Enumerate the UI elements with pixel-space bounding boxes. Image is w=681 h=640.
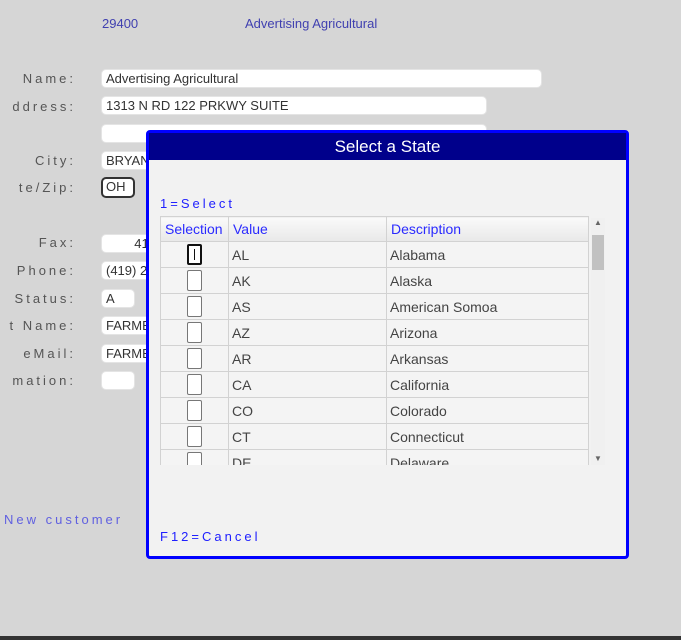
label-status: Status: xyxy=(14,291,76,306)
bottom-bar xyxy=(0,636,681,640)
customer-name-header: Advertising Agricultural xyxy=(245,16,378,31)
selection-cell xyxy=(160,397,229,424)
selection-input[interactable] xyxy=(187,296,202,317)
table-row: CT Connecticut xyxy=(160,423,589,450)
description-cell: Alaska xyxy=(386,267,589,294)
label-fax: Fax: xyxy=(38,235,76,250)
table-row: AK Alaska xyxy=(160,267,589,294)
table-row: CA California xyxy=(160,371,589,398)
value-cell: CO xyxy=(228,397,387,424)
column-header-value[interactable]: Value xyxy=(228,216,387,242)
selection-input[interactable] xyxy=(187,374,202,395)
column-header-selection[interactable]: Selection xyxy=(160,216,229,242)
value-cell: AZ xyxy=(228,319,387,346)
description-cell: California xyxy=(386,371,589,398)
table-row: AS American Somoa xyxy=(160,293,589,320)
table-row: AL Alabama xyxy=(160,241,589,268)
description-cell: Delaware xyxy=(386,449,589,465)
state-grid: Selection Value Description AL Alabama A… xyxy=(160,216,589,465)
selection-cell xyxy=(160,241,229,268)
selection-input[interactable] xyxy=(187,348,202,369)
information-input[interactable] xyxy=(101,371,135,390)
table-row: AZ Arizona xyxy=(160,319,589,346)
selection-input[interactable] xyxy=(187,452,202,465)
status-input[interactable]: A xyxy=(101,289,135,308)
mode-text: New customer xyxy=(4,512,124,527)
selection-cell xyxy=(160,449,229,465)
value-cell: AL xyxy=(228,241,387,268)
cancel-link[interactable]: F12=Cancel xyxy=(160,529,260,544)
name-input[interactable]: Advertising Agricultural xyxy=(101,69,542,88)
customer-number: 29400 xyxy=(102,16,139,31)
description-cell: Colorado xyxy=(386,397,589,424)
selection-input[interactable] xyxy=(187,400,202,421)
label-information: mation: xyxy=(12,373,76,388)
label-state-zip: te/Zip: xyxy=(18,180,76,195)
selection-input[interactable] xyxy=(187,244,202,265)
table-row: DE Delaware xyxy=(160,449,589,465)
table-row: CO Colorado xyxy=(160,397,589,424)
description-cell: Arkansas xyxy=(386,345,589,372)
address1-input[interactable]: 1313 N RD 122 PRKWY SUITE xyxy=(101,96,487,115)
state-input[interactable]: OH xyxy=(101,177,135,198)
selection-cell xyxy=(160,345,229,372)
value-cell: AK xyxy=(228,267,387,294)
scroll-up-arrow-icon[interactable]: ▲ xyxy=(594,218,602,227)
label-address: ddress: xyxy=(12,99,76,114)
value-cell: CT xyxy=(228,423,387,450)
label-contact-name: t Name: xyxy=(9,318,76,333)
selection-cell xyxy=(160,423,229,450)
label-email: eMail: xyxy=(23,346,76,361)
description-cell: American Somoa xyxy=(386,293,589,320)
selection-cell xyxy=(160,267,229,294)
column-header-description[interactable]: Description xyxy=(386,216,589,242)
selection-input[interactable] xyxy=(187,322,202,343)
selection-cell xyxy=(160,371,229,398)
table-row: AR Arkansas xyxy=(160,345,589,372)
value-cell: AR xyxy=(228,345,387,372)
select-state-dialog: Select a State 1=Select Selection Value … xyxy=(146,130,629,559)
value-cell: DE xyxy=(228,449,387,465)
scroll-down-arrow-icon[interactable]: ▼ xyxy=(594,454,602,463)
label-city: City: xyxy=(35,153,76,168)
dialog-title: Select a State xyxy=(149,133,626,160)
grid-scrollbar[interactable]: ▲ ▼ xyxy=(591,218,605,465)
selection-cell xyxy=(160,293,229,320)
scrollbar-thumb[interactable] xyxy=(592,235,604,270)
label-phone: Phone: xyxy=(16,263,76,278)
selection-input[interactable] xyxy=(187,270,202,291)
select-instruction: 1=Select xyxy=(160,196,235,211)
description-cell: Arizona xyxy=(386,319,589,346)
selection-cell xyxy=(160,319,229,346)
selection-input[interactable] xyxy=(187,426,202,447)
value-cell: CA xyxy=(228,371,387,398)
description-cell: Alabama xyxy=(386,241,589,268)
description-cell: Connecticut xyxy=(386,423,589,450)
value-cell: AS xyxy=(228,293,387,320)
label-name: Name: xyxy=(22,71,76,86)
